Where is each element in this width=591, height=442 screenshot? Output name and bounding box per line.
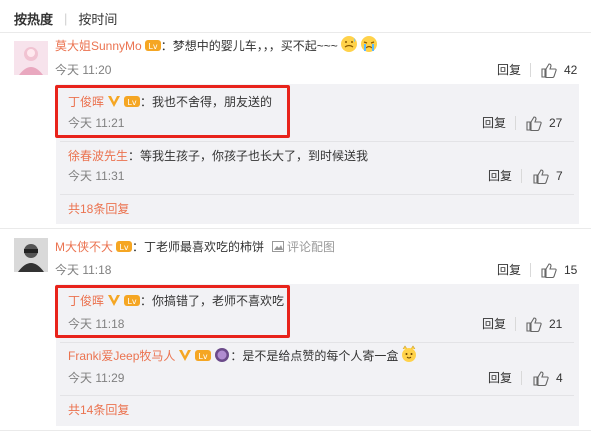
svg-text:Lv: Lv xyxy=(199,352,208,361)
username-link[interactable]: 丁俊晖 xyxy=(68,292,104,309)
member-badge-icon: Lv xyxy=(116,239,132,253)
sweat-emoji-icon xyxy=(340,35,358,56)
like-count: 4 xyxy=(556,371,563,385)
reply-button[interactable]: 回复 xyxy=(488,168,512,184)
reply-text: ：等我生孩子，你孩子也长大了，到时候送我 xyxy=(128,148,369,163)
svg-text:Lv: Lv xyxy=(127,297,136,306)
comment-image-label: 评论配图 xyxy=(287,239,336,254)
thumbs-up-icon xyxy=(541,62,557,78)
thumbs-up-icon xyxy=(541,262,557,278)
sort-by-hot-tab[interactable]: 按热度 xyxy=(14,9,53,28)
reply-divider xyxy=(60,141,574,142)
comment-image-link[interactable]: 评论配图 xyxy=(272,238,335,255)
verified-v-icon xyxy=(107,94,121,108)
reply-button[interactable]: 回复 xyxy=(497,262,521,278)
comment-divider xyxy=(0,228,591,229)
comment-text: ：梦想中的婴儿车，，，买不起~~~ xyxy=(160,38,338,53)
like-count: 21 xyxy=(549,317,563,331)
reply-time: 今天 11:29 xyxy=(68,371,125,385)
username-link[interactable]: M大侠不大 xyxy=(55,238,113,255)
avatar[interactable] xyxy=(14,238,48,272)
comment-divider xyxy=(0,430,591,431)
thumbs-up-icon xyxy=(526,316,542,332)
reply-time: 今天 11:18 xyxy=(68,317,125,331)
reply-text: ：你搞错了，老师不喜欢吃 xyxy=(140,293,285,308)
member-badge-icon: Lv xyxy=(124,293,141,307)
like-count: 27 xyxy=(549,116,563,130)
thumbs-up-icon xyxy=(533,370,549,386)
like-count: 7 xyxy=(556,169,563,183)
comment-text: ：丁老师最喜欢吃的柿饼 xyxy=(132,239,265,254)
sort-separator: | xyxy=(64,10,68,26)
action-separator xyxy=(521,371,522,385)
verified-v-icon xyxy=(107,293,121,307)
reply-text: ：我也不舍得，朋友送的 xyxy=(140,94,273,109)
member-badge-icon: Lv xyxy=(144,38,161,52)
comment-time: 今天 11:18 xyxy=(55,263,112,277)
svg-text:Lv: Lv xyxy=(119,243,128,252)
reply-time: 今天 11:31 xyxy=(68,169,125,183)
reply-line: Franki爱Jeep牧马人 Lv ：是不是给点赞的每个人寄一盒 xyxy=(68,344,418,366)
view-more-replies-link[interactable]: 共18条回复 xyxy=(68,201,129,217)
action-separator xyxy=(530,263,531,277)
action-separator xyxy=(515,116,516,130)
view-more-replies-link[interactable]: 共14条回复 xyxy=(68,402,129,418)
member-badge-icon: Lv xyxy=(124,94,141,108)
reply-button[interactable]: 回复 xyxy=(497,62,521,78)
thumbs-up-icon xyxy=(533,168,549,184)
reply-line: 徐春波先生 ：等我生孩子，你孩子也长大了，到时候送我 xyxy=(68,146,368,164)
action-separator xyxy=(515,317,516,331)
like-button[interactable]: 27 xyxy=(526,114,562,132)
reply-text: ：是不是给点赞的每个人寄一盒 xyxy=(230,348,399,363)
like-button[interactable]: 21 xyxy=(526,315,562,333)
username-link[interactable]: 莫大姐SunnyMo xyxy=(55,37,142,54)
sort-bar: 按热度 | 按时间 xyxy=(14,8,117,28)
sort-by-time-tab[interactable]: 按时间 xyxy=(78,9,117,28)
reply-divider xyxy=(60,342,574,343)
username-link[interactable]: Franki爱Jeep牧马人 xyxy=(68,347,175,364)
comment-time: 今天 11:20 xyxy=(55,63,112,77)
username-link[interactable]: 丁俊晖 xyxy=(68,93,104,110)
action-separator xyxy=(521,169,522,183)
reply-time: 今天 11:21 xyxy=(68,116,125,130)
fan-medal-icon xyxy=(214,347,230,363)
action-separator xyxy=(530,63,531,77)
like-button[interactable]: 42 xyxy=(541,61,577,79)
crying-emoji-icon xyxy=(360,35,378,56)
reply-line: 丁俊晖 Lv ：你搞错了，老师不喜欢吃 xyxy=(68,291,284,309)
member-badge-icon: Lv xyxy=(195,348,212,362)
top-divider xyxy=(0,32,591,33)
like-count: 42 xyxy=(564,63,578,77)
svg-text:Lv: Lv xyxy=(148,42,157,51)
like-count: 15 xyxy=(564,263,578,277)
like-button[interactable]: 7 xyxy=(533,167,563,185)
image-icon xyxy=(272,240,285,252)
avatar[interactable] xyxy=(14,41,48,75)
svg-text:Lv: Lv xyxy=(127,98,136,107)
comment-line: 莫大姐SunnyMo Lv ：梦想中的婴儿车，，，买不起~~~ xyxy=(55,35,378,56)
reply-divider xyxy=(60,194,574,195)
cute-face-emoji-icon xyxy=(400,344,418,366)
reply-button[interactable]: 回复 xyxy=(482,316,506,332)
reply-button[interactable]: 回复 xyxy=(488,370,512,386)
verified-v-icon xyxy=(178,348,192,362)
comment-line: M大侠不大 Lv ：丁老师最喜欢吃的柿饼 评论配图 xyxy=(55,237,335,255)
reply-divider xyxy=(60,395,574,396)
reply-line: 丁俊晖 Lv ：我也不舍得，朋友送的 xyxy=(68,92,272,110)
like-button[interactable]: 15 xyxy=(541,261,577,279)
username-link[interactable]: 徐春波先生 xyxy=(68,147,128,164)
like-button[interactable]: 4 xyxy=(533,369,563,387)
thumbs-up-icon xyxy=(526,115,542,131)
reply-button[interactable]: 回复 xyxy=(482,115,506,131)
